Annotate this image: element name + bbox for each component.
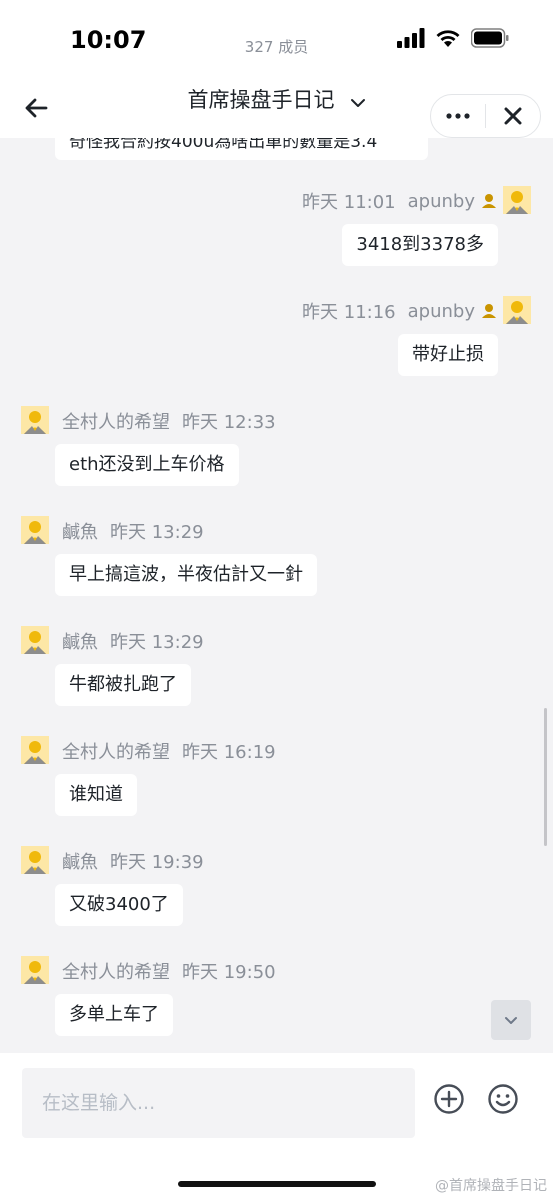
message-time: 昨天 12:33 (182, 412, 276, 433)
add-attachment-button[interactable] (433, 1083, 465, 1115)
chat-header: 首席操盘手日记 (0, 78, 553, 138)
avatar-icon[interactable] (21, 516, 49, 544)
message-meta: 昨天 11:16 apunby (302, 298, 499, 324)
avatar-icon[interactable] (21, 626, 49, 654)
more-icon (446, 113, 470, 119)
message-time: 昨天 13:29 (110, 522, 204, 543)
message-time: 昨天 19:50 (182, 962, 276, 983)
message-bubble-partial: 奇怪我合約按400u為啥出單的數量是3.4 (55, 138, 428, 160)
message-time: 昨天 11:16 (302, 302, 396, 323)
chevron-down-icon (350, 98, 365, 107)
message-meta: 鹹魚 昨天 13:29 (62, 628, 204, 654)
chat-messages[interactable]: 奇怪我合約按400u為啥出單的數量是3.4 昨天 11:01 apunby 34… (0, 138, 553, 1053)
sender-name[interactable]: apunby (408, 301, 475, 322)
sender-name[interactable]: 鹹魚 (62, 628, 98, 654)
message-input[interactable] (22, 1068, 415, 1138)
message-bubble[interactable]: 牛都被扎跑了 (55, 664, 191, 706)
message-meta: 鹹魚 昨天 13:29 (62, 518, 204, 544)
sender-name[interactable]: 全村人的希望 (62, 958, 170, 984)
message-time: 昨天 11:01 (302, 192, 396, 213)
avatar-icon[interactable] (21, 956, 49, 984)
sender-name[interactable]: 鹹魚 (62, 518, 98, 544)
scroll-to-bottom-button[interactable] (491, 1000, 531, 1040)
avatar-icon[interactable] (503, 296, 531, 324)
chevron-down-icon (505, 1017, 517, 1024)
message-time: 昨天 13:29 (110, 632, 204, 653)
close-button[interactable] (486, 95, 540, 137)
close-icon (504, 107, 522, 125)
message-bubble[interactable]: 多单上车了 (55, 994, 173, 1036)
avatar-icon[interactable] (21, 846, 49, 874)
watermark: @首席操盘手日记 (435, 1178, 547, 1194)
member-count: 327 成员 (244, 38, 309, 56)
more-button[interactable] (431, 95, 485, 137)
emoji-button[interactable] (487, 1083, 519, 1115)
avatar-icon[interactable] (21, 406, 49, 434)
sender-name[interactable]: 鹹魚 (62, 848, 98, 874)
scrollbar[interactable] (544, 708, 547, 846)
sender-name[interactable]: 全村人的希望 (62, 408, 170, 434)
message-bubble[interactable]: 谁知道 (55, 774, 137, 816)
header-actions (430, 94, 541, 138)
admin-badge-icon (482, 304, 496, 318)
plus-circle-icon (434, 1084, 464, 1114)
admin-badge-icon (482, 194, 496, 208)
message-meta: 全村人的希望 昨天 12:33 (62, 408, 276, 434)
sender-name[interactable]: apunby (408, 191, 475, 212)
message-time: 昨天 19:39 (110, 852, 204, 873)
emoji-icon (488, 1084, 518, 1114)
avatar-icon[interactable] (21, 736, 49, 764)
message-bubble[interactable]: 带好止损 (398, 334, 498, 376)
avatar-icon[interactable] (503, 186, 531, 214)
group-title: 首席操盘手日记 (187, 88, 335, 112)
message-meta: 昨天 11:01 apunby (302, 188, 499, 214)
message-bubble[interactable]: eth还没到上车价格 (55, 444, 239, 486)
message-bubble[interactable]: 早上搞這波，半夜估計又一針 (55, 554, 317, 596)
message-bubble[interactable]: 3418到3378多 (342, 224, 498, 266)
message-meta: 全村人的希望 昨天 16:19 (62, 738, 276, 764)
message-input-bar: @首席操盘手日记 (0, 1053, 553, 1200)
home-indicator (178, 1181, 376, 1187)
message-meta: 鹹魚 昨天 19:39 (62, 848, 204, 874)
message-time: 昨天 16:19 (182, 742, 276, 763)
message-bubble[interactable]: 又破3400了 (55, 884, 183, 926)
sender-name[interactable]: 全村人的希望 (62, 738, 170, 764)
message-meta: 全村人的希望 昨天 19:50 (62, 958, 276, 984)
